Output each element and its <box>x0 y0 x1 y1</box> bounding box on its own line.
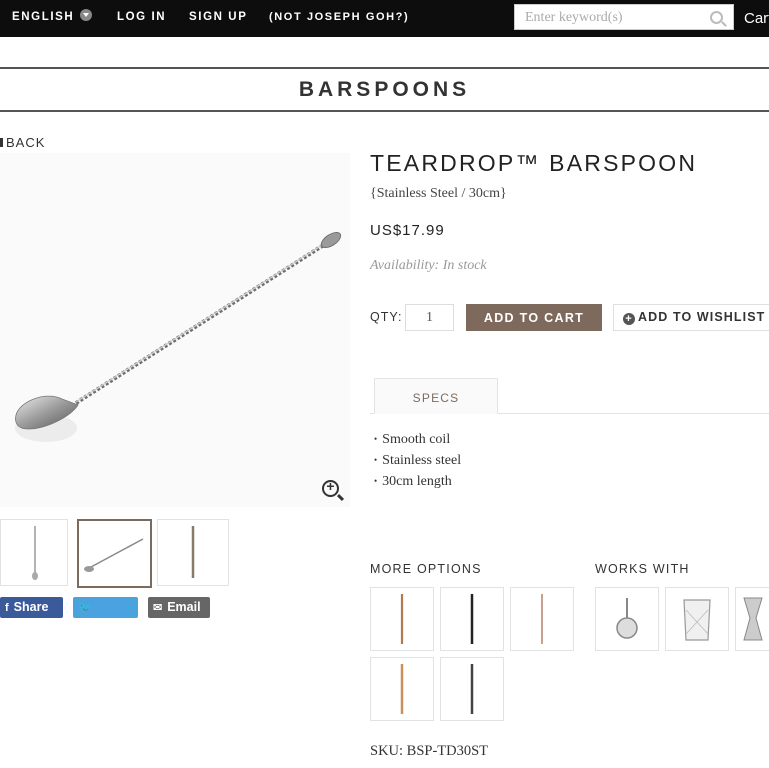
product-sku: SKU: BSP-TD30ST <box>370 743 489 759</box>
works-with-jigger[interactable] <box>735 587 769 651</box>
list-item: Stainless steel <box>374 450 461 471</box>
strainer-icon <box>616 598 638 639</box>
option-black-barspoon[interactable] <box>440 587 504 651</box>
back-label: BACK <box>6 135 46 150</box>
language-selector[interactable]: ENGLISH <box>12 0 93 37</box>
facebook-share-button[interactable]: f Share <box>0 597 63 618</box>
cart-link[interactable]: Cart <box>744 0 769 37</box>
option-gunmetal-barspoon[interactable] <box>440 657 504 721</box>
product-title: TEARDROP™ BARSPOON <box>370 150 698 176</box>
back-arrow-icon <box>0 138 3 147</box>
barspoon-diagonal-thumb-icon <box>84 538 144 572</box>
option-gold-barspoon[interactable] <box>370 657 434 721</box>
barspoon-gold-icon <box>400 664 404 714</box>
qty-label: QTY: <box>370 310 403 324</box>
email-share-button[interactable]: ✉ Email <box>148 597 210 618</box>
option-rose-barspoon[interactable] <box>510 587 574 651</box>
thumbnail-2[interactable] <box>77 519 152 588</box>
title-rule-bottom <box>0 110 769 112</box>
option-copper-barspoon[interactable] <box>370 587 434 651</box>
barspoon-black-icon <box>470 594 474 644</box>
thumbnail-3[interactable] <box>157 519 229 586</box>
plus-circle-icon: + <box>623 313 635 325</box>
more-options-heading: MORE OPTIONS <box>370 562 482 576</box>
barspoon-rose-icon <box>541 594 543 644</box>
search-icon[interactable] <box>710 11 723 24</box>
signup-link[interactable]: SIGN UP <box>189 0 248 37</box>
product-price: US$17.99 <box>370 222 445 239</box>
add-to-cart-button[interactable]: ADD TO CART <box>466 304 602 331</box>
jigger-icon <box>743 597 763 641</box>
language-label: ENGLISH <box>12 11 75 23</box>
availability-status: Availability: In stock <box>370 258 487 273</box>
back-link[interactable]: BACK <box>0 135 45 150</box>
email-icon: ✉ <box>153 602 163 614</box>
page-title: BARSPOONS <box>298 78 471 101</box>
title-rule-top <box>0 67 769 69</box>
chevron-down-icon <box>80 9 93 21</box>
tab-specs[interactable]: SPECS <box>374 378 498 414</box>
zoom-icon[interactable] <box>322 478 339 497</box>
works-with-mixing-glass[interactable] <box>665 587 729 651</box>
search-input[interactable] <box>523 6 707 30</box>
list-item: 30cm length <box>374 471 461 492</box>
not-user-link[interactable]: (NOT JOSEPH GOH?) <box>269 0 409 37</box>
login-link[interactable]: LOG IN <box>117 0 166 37</box>
quantity-input[interactable] <box>405 304 454 331</box>
top-bar: ENGLISH LOG IN SIGN UP (NOT JOSEPH GOH?)… <box>0 0 769 37</box>
mixing-glass-icon <box>683 599 711 641</box>
works-with-heading: WORKS WITH <box>595 562 690 576</box>
twitter-icon: 🐦 <box>78 602 92 614</box>
specs-list: Smooth coil Stainless steel 30cm length <box>374 429 461 492</box>
barspoon-copper-icon <box>400 594 404 644</box>
thumbnail-1[interactable] <box>0 519 68 586</box>
product-variant: {Stainless Steel / 30cm} <box>370 186 507 201</box>
barspoon-image <box>15 232 342 442</box>
twitter-tweet-button[interactable]: 🐦Tweet <box>73 597 138 636</box>
barspoon-gunmetal-icon <box>470 664 474 714</box>
facebook-icon: f <box>5 602 9 614</box>
works-with-strainer[interactable] <box>595 587 659 651</box>
search-box <box>514 4 734 30</box>
list-item: Smooth coil <box>374 429 461 450</box>
barspoon-closeup-thumb-icon <box>191 526 195 578</box>
barspoon-vertical-thumb-icon <box>32 526 38 580</box>
add-to-wishlist-button[interactable]: + ADD TO WISHLIST <box>613 304 769 331</box>
main-product-image[interactable] <box>0 153 350 507</box>
